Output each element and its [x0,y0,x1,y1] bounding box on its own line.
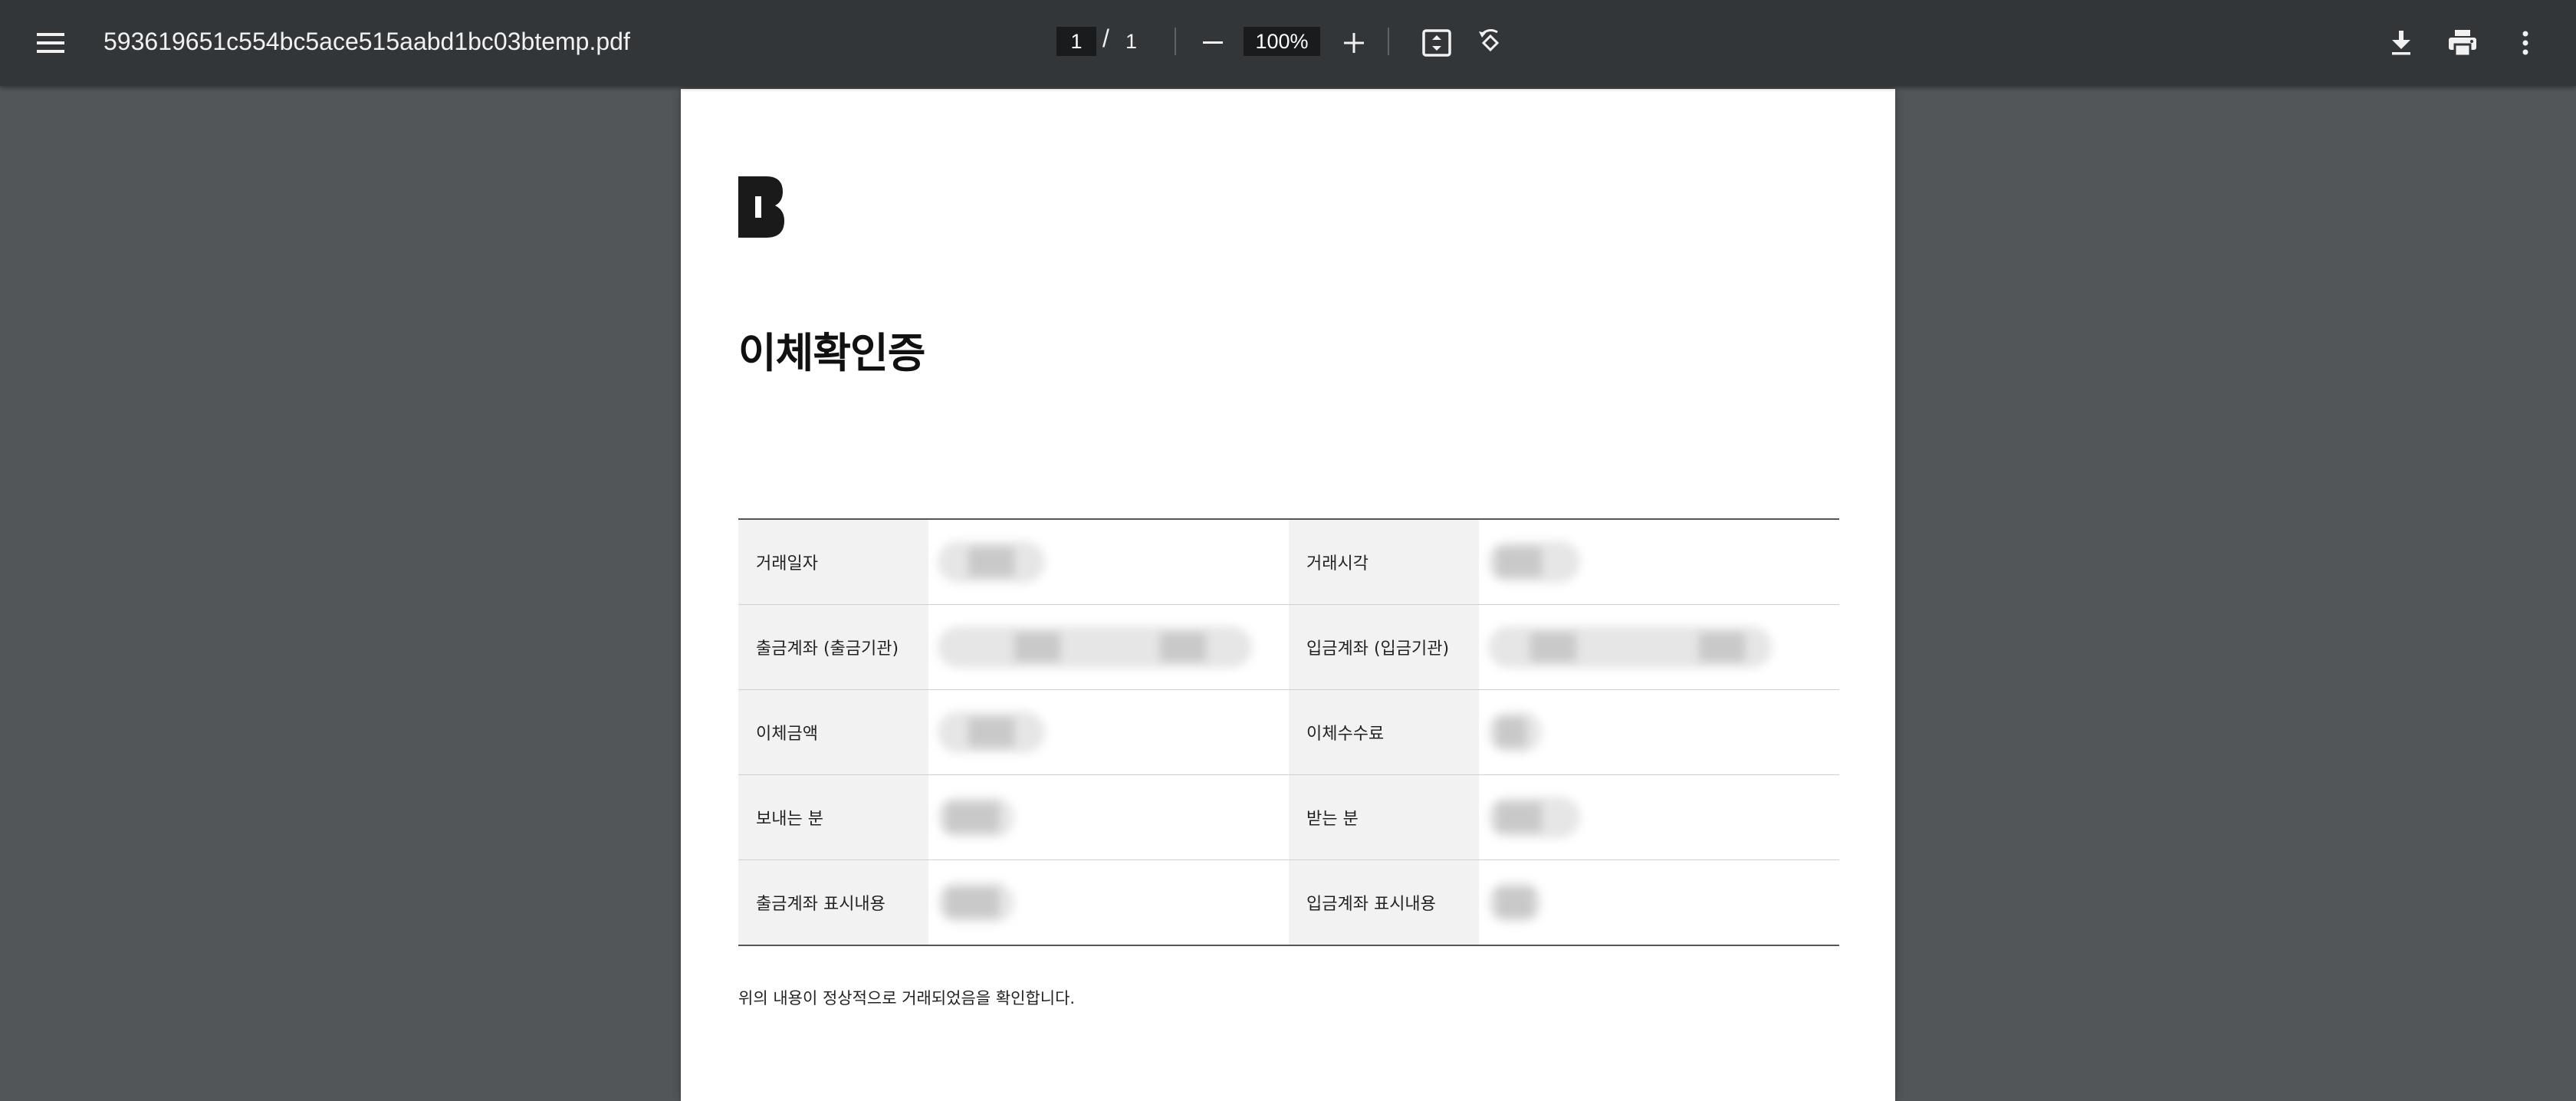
value-redacted [1479,604,1839,690]
download-button[interactable] [2377,18,2426,67]
label-sender: 보내는 분 [738,774,928,860]
label-transfer-amount: 이체금액 [738,689,928,775]
zoom-in-button[interactable] [1331,20,1377,66]
value-redacted [1479,519,1839,605]
more-vert-icon [2522,31,2528,55]
label-withdrawal-account: 출금계좌 (출금기관) [738,604,928,690]
rotate-button[interactable] [1466,18,1515,67]
label-transaction-time: 거래시각 [1289,519,1479,605]
label-deposit-account: 입금계좌 (입금기관) [1289,604,1479,690]
pdf-page: 이체확인증 거래일자 거래시각 출금계좌 (출금기관) 입금계좌 (입금기관) [681,89,1895,1101]
fit-page-icon [1422,29,1451,57]
table-row: 이체금액 이체수수료 [738,689,1839,775]
table-row: 출금계좌 표시내용 입금계좌 표시내용 [738,859,1839,946]
brand-logo [738,176,784,238]
menu-button[interactable] [28,20,74,66]
label-transfer-fee: 이체수수료 [1289,689,1479,775]
label-withdrawal-memo: 출금계좌 표시내용 [738,859,928,945]
label-deposit-memo: 입금계좌 표시내용 [1289,859,1479,945]
more-options-button[interactable] [2501,18,2550,67]
print-icon [2449,30,2476,56]
label-transaction-date: 거래일자 [738,519,928,605]
table-row: 출금계좌 (출금기관) 입금계좌 (입금기관) [738,604,1839,690]
rotate-icon [1479,28,1500,52]
table-row: 거래일자 거래시각 [738,519,1839,605]
value-redacted [928,774,1289,860]
toolbar-divider [1175,28,1176,55]
toolbar-divider [1388,28,1389,55]
total-pages: 1 [1125,30,1138,53]
value-redacted [928,519,1289,605]
file-title: 593619651c554bc5ace515aabd1bc03btemp.pdf [104,28,630,55]
fit-to-page-button[interactable] [1412,18,1461,67]
page-separator: / [1102,25,1109,52]
transfer-info-table: 거래일자 거래시각 출금계좌 (출금기관) 입금계좌 (입금기관) 이체금액 이… [738,518,1839,946]
value-redacted [1479,774,1839,860]
value-redacted [928,689,1289,775]
zoom-out-icon [1203,41,1223,44]
label-recipient: 받는 분 [1289,774,1479,860]
zoom-out-button[interactable] [1190,20,1236,66]
print-button[interactable] [2438,18,2487,67]
table-row: 보내는 분 받는 분 [738,774,1839,860]
menu-icon [37,33,64,53]
value-redacted [928,860,1289,946]
value-redacted [1479,689,1839,775]
download-icon [2392,31,2410,55]
zoom-level-input[interactable]: 100% [1244,27,1320,56]
value-redacted [1479,860,1839,946]
zoom-in-icon [1344,33,1364,53]
confirmation-note: 위의 내용이 정상적으로 거래되었음을 확인합니다. [738,989,1076,1007]
value-redacted [928,604,1289,690]
pdf-toolbar: 593619651c554bc5ace515aabd1bc03btemp.pdf… [0,0,2576,86]
document-title: 이체확인증 [738,329,925,377]
page-number-input[interactable] [1056,27,1096,56]
